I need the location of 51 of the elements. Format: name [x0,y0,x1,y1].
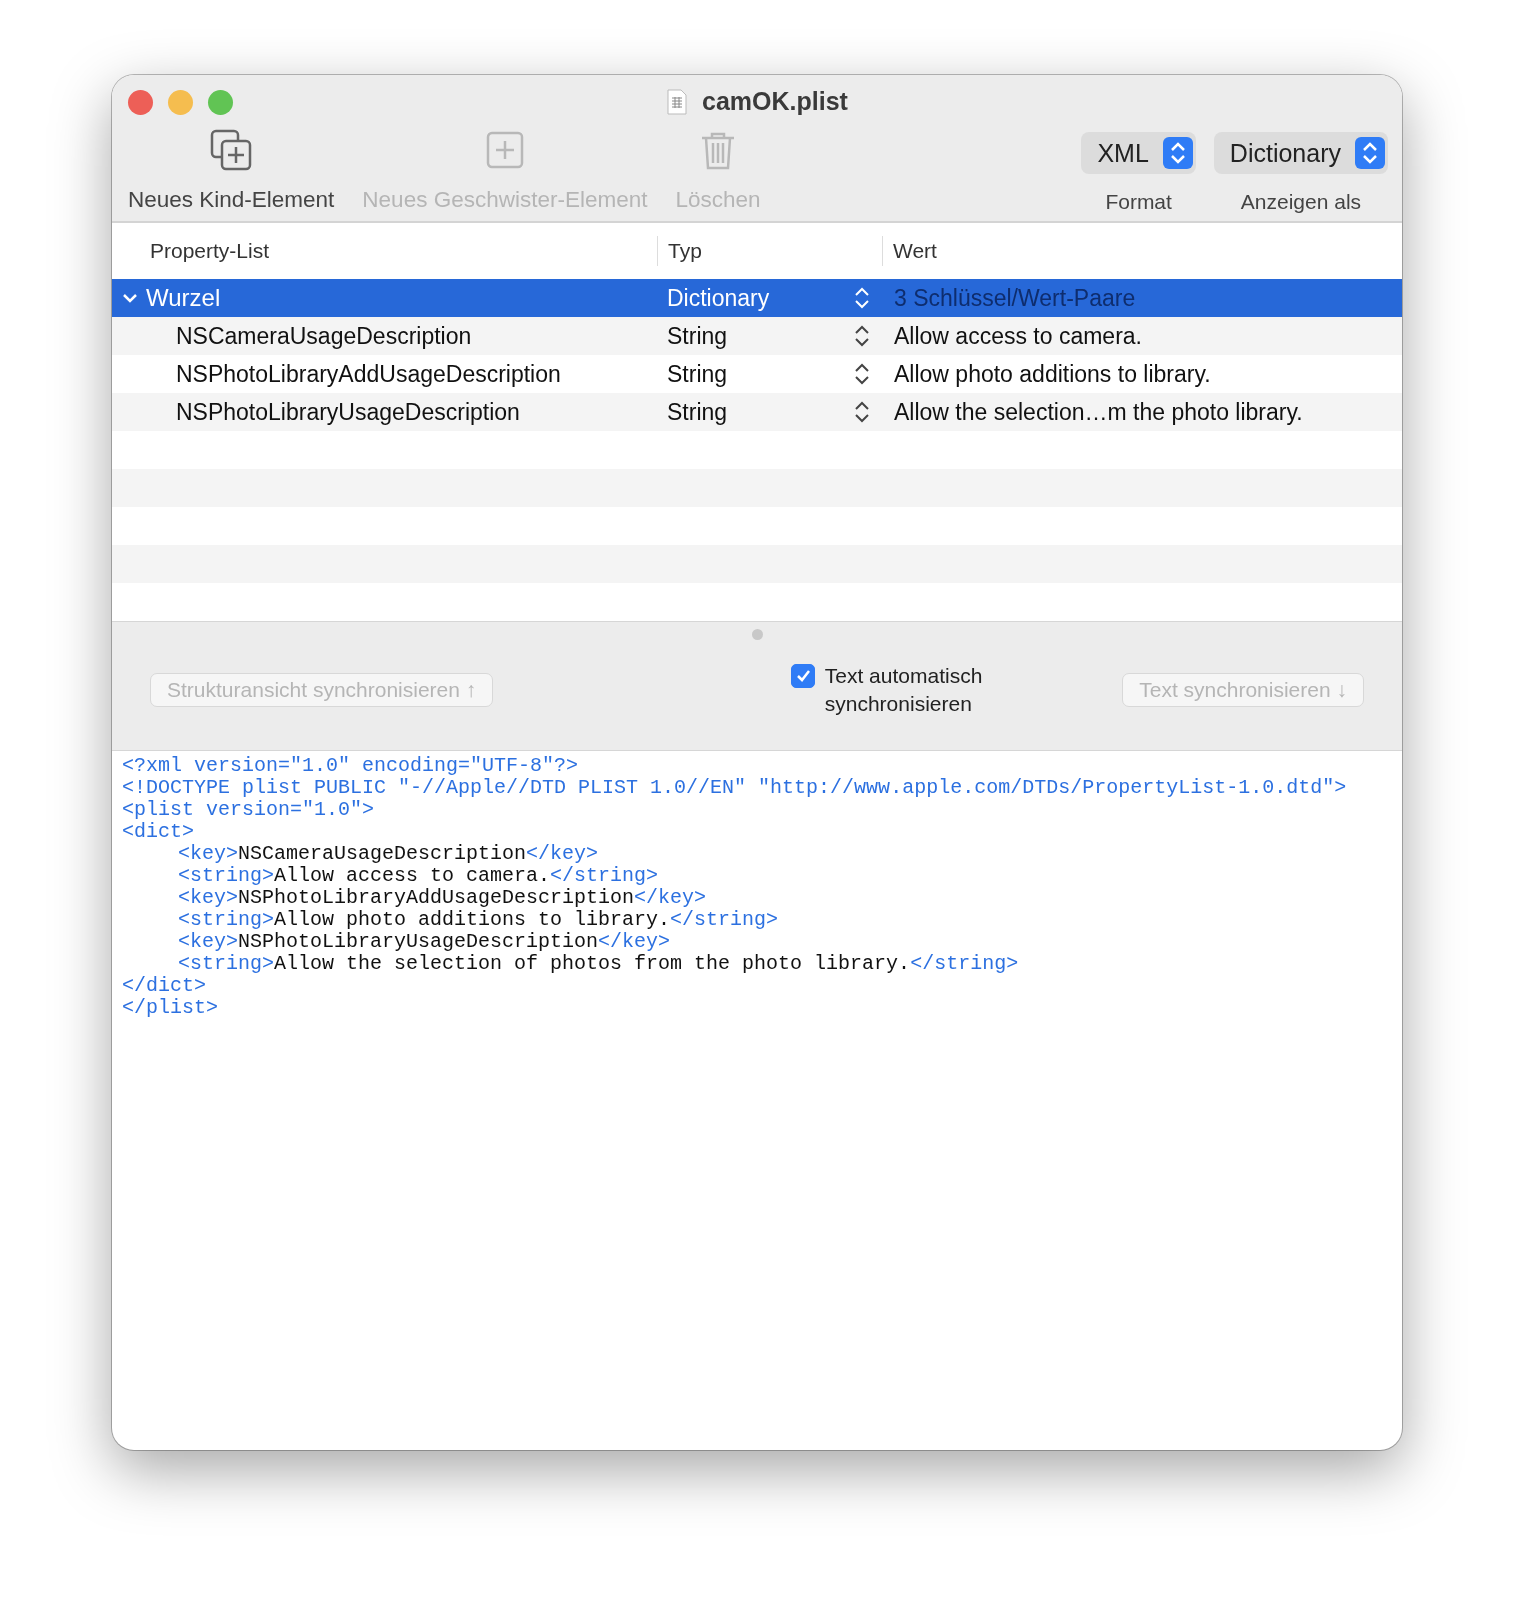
key-name: Wurzel [146,284,221,312]
checkbox-label: Text automatisch synchronisieren [824,663,984,717]
type-value: String [667,398,728,426]
value-text: Allow photo additions to library. [894,360,1211,388]
type-value: Dictionary [667,284,770,312]
code-line: <string>Allow photo additions to library.</string> [177,909,779,931]
popup-label: Format [1105,190,1172,214]
column-header[interactable]: Wert [882,236,1402,266]
code-line: <key>NSPhotoLibraryUsageDescription</key> [177,931,671,953]
checkmark-icon [794,668,811,684]
checkbox[interactable] [790,664,815,688]
table-row[interactable]: Wurzel Dictionary 3 Schlüssel/Wert-Paare [112,279,1402,317]
value-text: Allow the selection…m the photo library. [894,398,1303,426]
code-line: <key>NSPhotoLibraryAddUsageDescription</key> [177,887,707,909]
stepper-icon [854,325,870,347]
code-line: <string>Allow the selection of photos from the photo library.</string> [177,953,1019,975]
code-line: <string>Allow access to camera.</string> [177,865,659,887]
code-line: </plist> [122,997,218,1019]
toolbar-button[interactable]: Neues Kind-Element [128,129,335,221]
type-value: String [667,360,728,388]
document-icon [666,88,689,115]
code-line: </dict> [122,975,206,997]
minimize-button[interactable] [168,89,193,115]
close-button[interactable] [128,89,153,115]
code-line: <plist version="1.0"> [122,799,375,821]
popup-button[interactable]: Dictionary [1213,132,1388,174]
code-line: <!DOCTYPE plist PUBLIC "-//Apple//DTD PLIST 1.0//EN" "http://www.apple.com/DTDs/PropertyList-1.0.dtd"> [122,777,1347,799]
stepper-icon [1162,137,1193,169]
stepper-icon [1355,137,1385,169]
popup-label: Anzeigen als [1240,190,1362,214]
split-handle[interactable] [751,629,763,640]
table-row[interactable]: NSPhotoLibraryAddUsageDescription String Allow photo additions to library. [112,355,1402,393]
code-line: <?xml version="1.0" encoding="UTF-8"?> [122,755,579,777]
column-header[interactable]: Property-List [112,236,657,266]
table-row[interactable]: NSCameraUsageDescription String Allow access to camera. [112,317,1402,355]
value-text: 3 Schlüssel/Wert-Paare [894,284,1136,312]
window-title: camOK.plist [702,87,848,116]
code-line: <key>NSCameraUsageDescription</key> [177,843,599,865]
stepper-icon [854,401,870,423]
key-name: NSPhotoLibraryAddUsageDescription [176,360,561,388]
key-name: NSPhotoLibraryUsageDescription [176,398,520,426]
column-header[interactable]: Typ [657,236,882,266]
stepper-icon [854,363,870,385]
key-name: NSCameraUsageDescription [176,322,472,350]
stepper-icon [854,287,870,309]
type-value: String [667,322,728,350]
table-row[interactable]: NSPhotoLibraryUsageDescription String Allow the selection…m the photo library. [112,393,1402,431]
code-line: <dict> [122,821,194,843]
value-text: Allow access to camera. [894,322,1142,350]
zoom-button[interactable] [208,89,233,115]
popup-button[interactable]: XML [1081,132,1196,174]
